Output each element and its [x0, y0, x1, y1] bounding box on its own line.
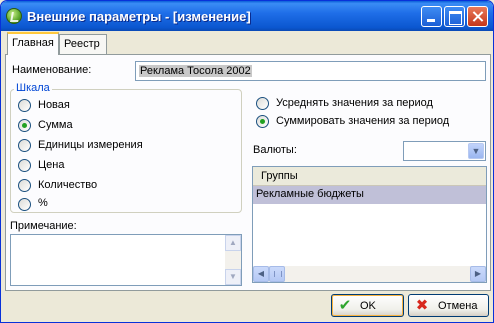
checkmark-icon: ✔	[338, 297, 352, 314]
groups-row-label: Рекламные бюджеты	[256, 188, 364, 200]
scale-option-quantity-label[interactable]: Количество	[38, 179, 97, 191]
scale-radio-price[interactable]	[18, 159, 31, 172]
groups-grid[interactable]: Группы Рекламные бюджеты ◀ ▶	[252, 166, 487, 283]
cross-icon: ✖	[415, 297, 429, 314]
groups-grid-header[interactable]: Группы	[253, 167, 486, 186]
note-label: Примечание:	[10, 220, 77, 232]
chevron-down-icon[interactable]: ▼	[468, 143, 484, 159]
scroll-right-icon[interactable]: ▶	[470, 266, 486, 282]
ok-button[interactable]: ✔ OK	[331, 294, 404, 317]
groups-column-header[interactable]: Группы	[261, 170, 298, 182]
period-radio-sum[interactable]	[256, 115, 269, 128]
scroll-up-icon[interactable]: ▲	[225, 235, 241, 251]
tab-main[interactable]: Главная	[7, 32, 59, 55]
window-title: Внешние параметры - [изменение]	[27, 9, 251, 24]
ok-button-label: OK	[360, 300, 376, 312]
scale-radio-quantity[interactable]	[18, 179, 31, 192]
maximize-button[interactable]	[444, 6, 465, 27]
note-textarea[interactable]: ▲ ▼	[10, 234, 242, 286]
period-radio-average[interactable]	[256, 97, 269, 110]
scale-option-sum-label[interactable]: Сумма	[38, 119, 73, 131]
minimize-button[interactable]	[421, 6, 442, 27]
cancel-button-label: Отмена	[438, 300, 478, 312]
period-option-average-label[interactable]: Усреднять значения за период	[276, 97, 433, 109]
scale-option-price-label[interactable]: Цена	[38, 159, 64, 171]
app-logo-icon	[6, 8, 22, 24]
scale-radio-new[interactable]	[18, 99, 31, 112]
name-input-value: Реклама Тосола 2002	[139, 65, 252, 77]
note-vertical-scrollbar[interactable]: ▲ ▼	[225, 235, 241, 285]
close-button[interactable]	[467, 6, 488, 27]
scale-option-units-label[interactable]: Единицы измерения	[38, 139, 143, 151]
currency-label: Валюты:	[253, 144, 297, 156]
scale-option-new-label[interactable]: Новая	[38, 99, 70, 111]
scroll-thumb[interactable]	[269, 266, 285, 282]
table-row[interactable]: Рекламные бюджеты	[253, 186, 486, 204]
period-option-sum-label[interactable]: Суммировать значения за период	[276, 115, 449, 127]
scale-radio-units[interactable]	[18, 139, 31, 152]
groups-horizontal-scrollbar[interactable]: ◀ ▶	[253, 266, 486, 282]
title-bar[interactable]: Внешние параметры - [изменение]	[1, 1, 493, 31]
tab-registry[interactable]: Реестр	[59, 34, 107, 54]
name-input[interactable]: Реклама Тосола 2002	[135, 61, 486, 81]
scale-option-percent-label[interactable]: %	[38, 197, 48, 209]
dialog-window: Внешние параметры - [изменение] Главная …	[0, 0, 494, 323]
scale-group-legend: Шкала	[14, 82, 52, 94]
scroll-left-icon[interactable]: ◀	[253, 266, 269, 282]
scale-radio-percent[interactable]	[18, 198, 31, 211]
currency-select[interactable]: ▼	[403, 141, 486, 161]
scroll-down-icon[interactable]: ▼	[225, 269, 241, 285]
scale-radio-sum[interactable]	[18, 119, 31, 132]
name-label: Наименование:	[12, 64, 92, 76]
cancel-button[interactable]: ✖ Отмена	[408, 294, 489, 317]
